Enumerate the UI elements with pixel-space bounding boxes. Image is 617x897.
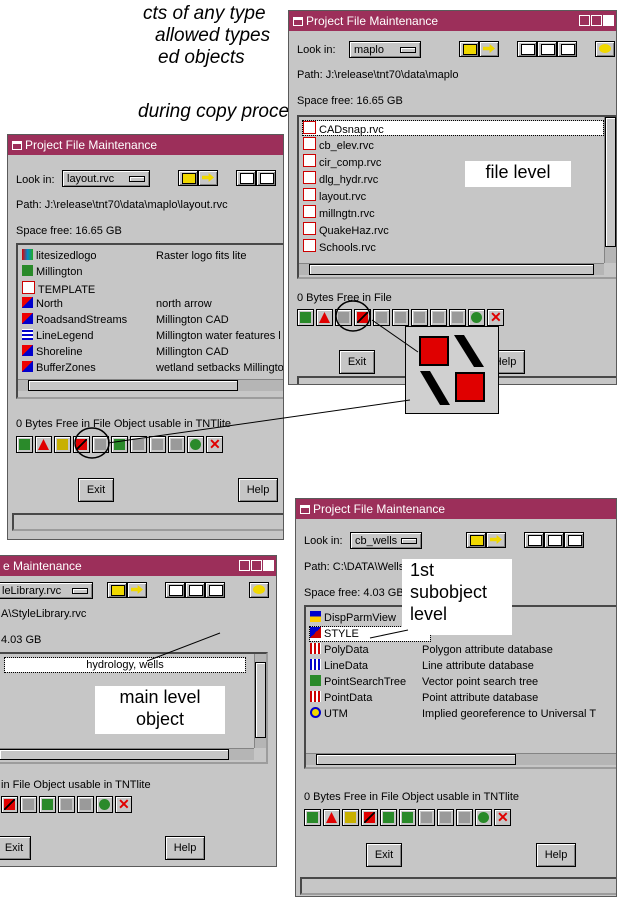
pointer-line — [146, 632, 221, 662]
highlight-circle-layout — [74, 427, 110, 459]
pointer-line — [369, 629, 409, 639]
callout-overlay — [74, 300, 419, 662]
pointer-line — [107, 399, 411, 444]
highlight-circle-file-level — [335, 300, 371, 332]
pointer-line — [371, 319, 419, 353]
